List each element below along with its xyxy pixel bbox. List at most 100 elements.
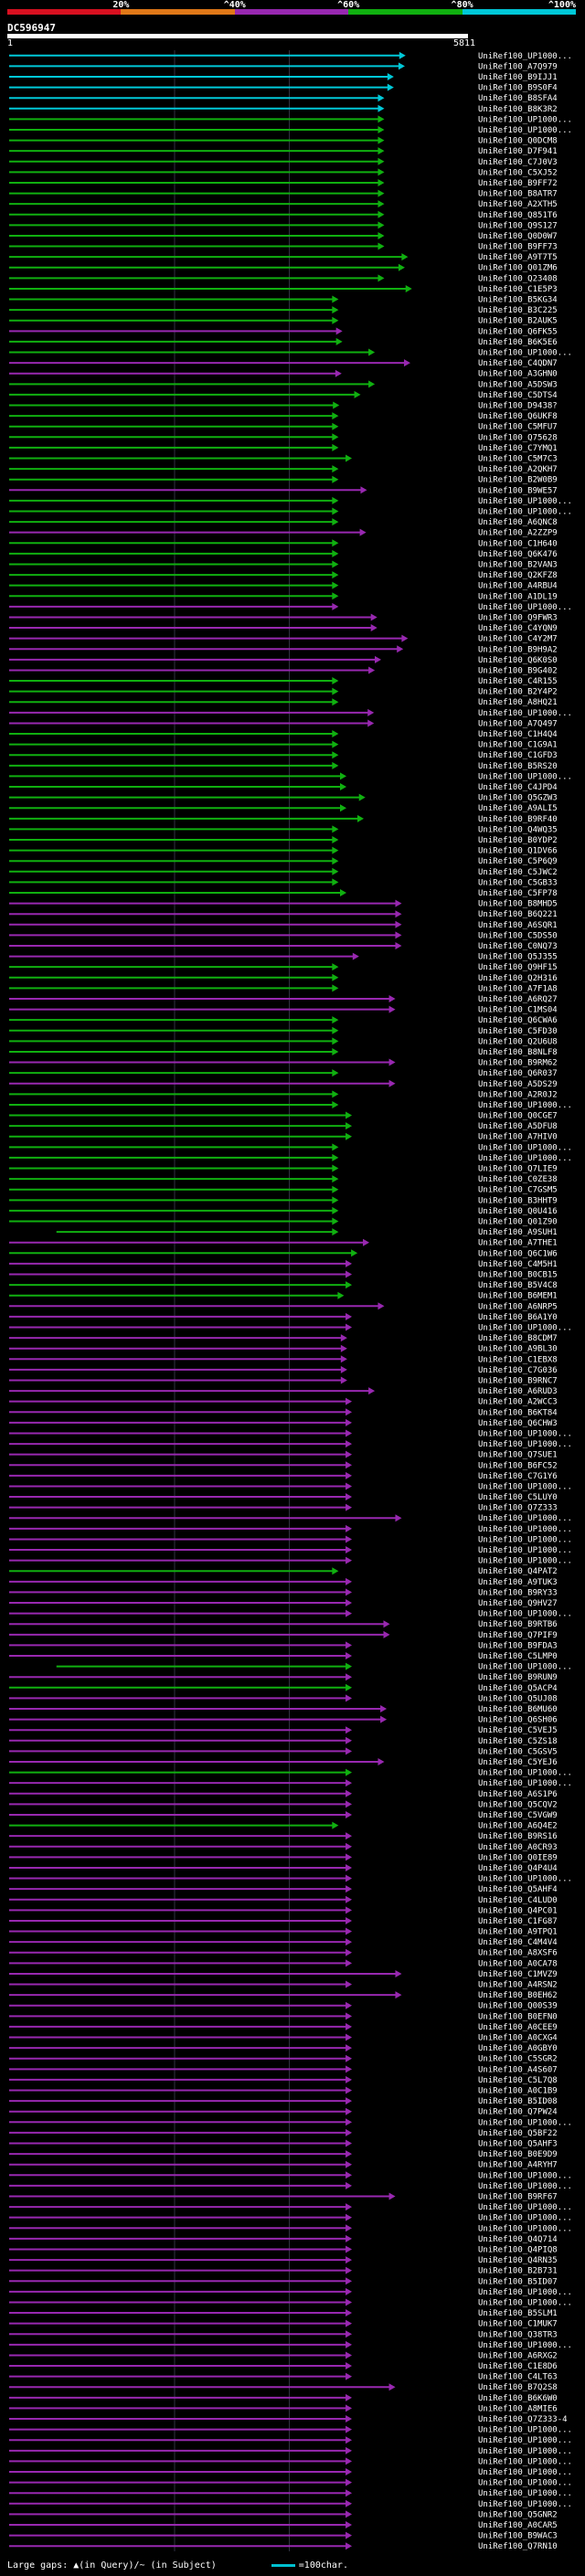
hit-label[interactable]: UniRef100_B0E9D9 [478, 2150, 558, 2159]
hit-label[interactable]: UniRef100_B9RS16 [478, 1832, 558, 1841]
hit-label[interactable]: UniRef100_C5SGR2 [478, 2055, 558, 2064]
hit-label[interactable]: UniRef100_B3C225 [478, 306, 558, 315]
hit-label[interactable]: UniRef100_C5VEJ5 [478, 1726, 558, 1735]
hit-label[interactable]: UniRef100_A9SUH1 [478, 1228, 558, 1237]
hit-label[interactable]: UniRef100_B5ID08 [478, 2097, 558, 2106]
hit-label[interactable]: UniRef100_C1GFD3 [478, 751, 558, 760]
hit-label[interactable]: UniRef100_B0CB15 [478, 1271, 558, 1280]
hit-label[interactable]: UniRef100_Q7RN10 [478, 2542, 558, 2551]
hit-label[interactable]: UniRef100_UP1000... [478, 2457, 572, 2466]
hit-label[interactable]: UniRef100_B6Q221 [478, 910, 558, 919]
hit-label[interactable]: UniRef100_B9H9A2 [478, 645, 558, 654]
hit-label[interactable]: UniRef100_UP1000... [478, 1323, 572, 1332]
hit-label[interactable]: UniRef100_A0CXG4 [478, 2034, 558, 2043]
hit-label[interactable]: UniRef100_A5DFU8 [478, 1122, 558, 1131]
hit-label[interactable]: UniRef100_B0EFN0 [478, 2012, 558, 2021]
hit-label[interactable]: UniRef100_C1FG87 [478, 1917, 558, 1926]
hit-label[interactable]: UniRef100_Q5GZW3 [478, 794, 558, 803]
hit-label[interactable]: UniRef100_B9RUN9 [478, 1673, 558, 1682]
hit-label[interactable]: UniRef100_Q0D0W7 [478, 232, 558, 241]
hit-label[interactable]: UniRef100_B9RTB6 [478, 1620, 558, 1629]
hit-label[interactable]: UniRef100_Q5BF22 [478, 2129, 558, 2138]
hit-label[interactable]: UniRef100_Q7Z333-4 [478, 2415, 568, 2424]
hit-label[interactable]: UniRef100_B9RY33 [478, 1588, 558, 1597]
hit-label[interactable]: UniRef100_Q851T6 [478, 211, 558, 220]
hit-label[interactable]: UniRef100_B9FDA3 [478, 1641, 558, 1650]
hit-label[interactable]: UniRef100_UP1000... [478, 52, 572, 61]
hit-label[interactable]: UniRef100_Q5ACP4 [478, 1684, 558, 1693]
hit-label[interactable]: UniRef100_Q5J355 [478, 953, 558, 962]
hit-label[interactable]: UniRef100_Q4PIQ8 [478, 2245, 558, 2254]
hit-label[interactable]: UniRef100_Q4WQ35 [478, 825, 558, 834]
hit-label[interactable]: UniRef100_A2ZZP9 [478, 529, 558, 538]
hit-label[interactable]: UniRef100_Q0IE89 [478, 1853, 558, 1862]
hit-label[interactable]: UniRef100_Q9S127 [478, 221, 558, 230]
hit-label[interactable]: UniRef100_B9IJJ1 [478, 73, 558, 82]
hit-label[interactable]: UniRef100_UP1000... [478, 1875, 572, 1884]
hit-label[interactable]: UniRef100_B2W0B9 [478, 476, 558, 485]
hit-label[interactable]: UniRef100_UP1000... [478, 772, 572, 781]
hit-label[interactable]: UniRef100_C4R155 [478, 677, 558, 686]
hit-label[interactable]: UniRef100_A9BL30 [478, 1345, 558, 1354]
hit-label[interactable]: UniRef100_UP1000... [478, 349, 572, 358]
hit-label[interactable]: UniRef100_A0C1B9 [478, 2087, 558, 2096]
hit-label[interactable]: UniRef100_A6SQR1 [478, 921, 558, 930]
hit-label[interactable]: UniRef100_B9RNC7 [478, 1376, 558, 1385]
hit-label[interactable]: UniRef100_Q4RN35 [478, 2256, 558, 2265]
hit-label[interactable]: UniRef100_C1H640 [478, 539, 558, 548]
hit-label[interactable]: UniRef100_Q75628 [478, 433, 558, 442]
hit-label[interactable]: UniRef100_C5P6Q9 [478, 857, 558, 866]
hit-label[interactable]: UniRef100_C5VGW9 [478, 1811, 558, 1820]
hit-label[interactable]: UniRef100_C5DS50 [478, 931, 558, 940]
hit-label[interactable]: UniRef100_UP1000... [478, 2298, 572, 2307]
hit-label[interactable]: UniRef100_C7YMQ1 [478, 444, 558, 453]
hit-label[interactable]: UniRef100_A8XSF6 [478, 1949, 558, 1958]
hit-label[interactable]: UniRef100_UP1000... [478, 2489, 572, 2498]
hit-label[interactable]: UniRef100_C5GSV5 [478, 1747, 558, 1756]
hit-label[interactable]: UniRef100_A2R0J2 [478, 1090, 558, 1099]
hit-label[interactable]: UniRef100_C0NQ73 [478, 942, 558, 951]
hit-label[interactable]: UniRef100_C4M4V4 [478, 1938, 558, 1947]
hit-label[interactable]: UniRef100_Q1DV66 [478, 847, 558, 856]
hit-label[interactable]: UniRef100_B9WE57 [478, 486, 558, 495]
hit-label[interactable]: UniRef100_A5DSW3 [478, 380, 558, 389]
hit-label[interactable]: UniRef100_B8ATR7 [478, 190, 558, 199]
hit-label[interactable]: UniRef100_B7Q2S8 [478, 2383, 558, 2392]
hit-label[interactable]: UniRef100_B5SLM1 [478, 2309, 558, 2318]
hit-label[interactable]: UniRef100_UP1000... [478, 2436, 572, 2445]
hit-label[interactable]: UniRef100_Q6C1W6 [478, 1249, 558, 1258]
hit-label[interactable]: UniRef100_C1E8D6 [478, 2362, 558, 2371]
hit-label[interactable]: UniRef100_A9TUK3 [478, 1578, 558, 1587]
hit-label[interactable]: UniRef100_A9ALI5 [478, 804, 558, 813]
hit-label[interactable]: UniRef100_D9438? [478, 402, 558, 411]
hit-label[interactable]: UniRef100_C7G036 [478, 1366, 558, 1375]
hit-label[interactable]: UniRef100_UP1000... [478, 126, 572, 135]
hit-label[interactable]: UniRef100_C4JPD4 [478, 783, 558, 792]
hit-label[interactable]: UniRef100_A6RQ27 [478, 995, 558, 1004]
hit-label[interactable]: UniRef100_B6MEM1 [478, 1292, 558, 1301]
hit-label[interactable]: UniRef100_Q7PW24 [478, 2108, 558, 2117]
hit-label[interactable]: UniRef100_B5ID07 [478, 2277, 558, 2286]
hit-label[interactable]: UniRef100_Q01ZM6 [478, 264, 558, 273]
hit-label[interactable]: UniRef100_UP1000... [478, 1440, 572, 1449]
hit-label[interactable]: UniRef100_B8CDM7 [478, 1334, 558, 1343]
hit-label[interactable]: UniRef100_B9RM62 [478, 1059, 558, 1068]
hit-label[interactable]: UniRef100_Q5GNR2 [478, 2510, 558, 2519]
hit-label[interactable]: UniRef100_UP1000... [478, 2214, 572, 2223]
hit-label[interactable]: UniRef100_D7F941 [478, 147, 558, 156]
hit-label[interactable]: UniRef100_UP1000... [478, 2447, 572, 2456]
hit-label[interactable]: UniRef100_Q9FWR3 [478, 613, 558, 622]
hit-label[interactable]: UniRef100_Q7LIE9 [478, 1165, 558, 1174]
hit-label[interactable]: UniRef100_UP1000... [478, 1514, 572, 1523]
hit-label[interactable]: UniRef100_C7GSM5 [478, 1186, 558, 1195]
hit-label[interactable]: UniRef100_Q7PIF9 [478, 1631, 558, 1640]
hit-label[interactable]: UniRef100_A4S607 [478, 2065, 558, 2074]
hit-label[interactable]: UniRef100_A0CA78 [478, 1959, 558, 1968]
hit-label[interactable]: UniRef100_UP1000... [478, 115, 572, 124]
hit-label[interactable]: UniRef100_A8MIE6 [478, 2404, 558, 2413]
hit-label[interactable]: UniRef100_Q6SH06 [478, 1716, 558, 1725]
hit-label[interactable]: UniRef100_UP1000... [478, 497, 572, 506]
hit-label[interactable]: UniRef100_UP1000... [478, 1769, 572, 1778]
hit-label[interactable]: UniRef100_B9FF73 [478, 243, 558, 252]
hit-label[interactable]: UniRef100_UP1000... [478, 2426, 572, 2435]
